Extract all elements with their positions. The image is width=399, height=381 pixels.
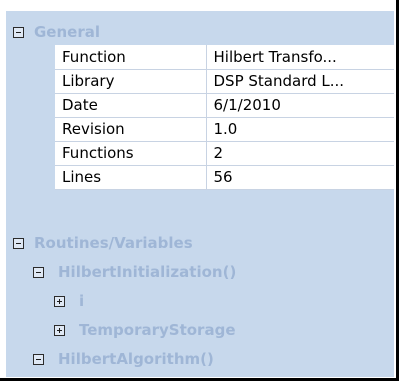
general-properties-table: Function Hilbert Transfo... Library DSP … [55,45,394,190]
property-name: Date [55,93,207,118]
property-row-library[interactable]: Library DSP Standard L... [55,69,394,94]
property-value[interactable]: 1.0 [206,117,394,142]
property-name: Revision [55,117,207,142]
collapse-hilbert-init-icon[interactable] [33,267,44,278]
collapse-hilbert-algo-icon[interactable] [33,354,44,365]
collapse-general-icon[interactable] [13,27,24,38]
group-general-label: General [34,23,100,41]
property-value[interactable]: 6/1/2010 [206,93,394,118]
expand-i-icon[interactable] [54,296,65,307]
tree-node-temporary-storage-label[interactable]: TemporaryStorage [79,321,236,339]
property-row-functions[interactable]: Functions 2 [55,141,394,166]
property-row-function[interactable]: Function Hilbert Transfo... [55,45,394,70]
group-routines-label: Routines/Variables [34,234,193,252]
tree-node-hilbert-algo-label[interactable]: HilbertAlgorithm() [58,350,214,368]
property-grid-frame: General Function Hilbert Transfo... Libr… [0,0,399,381]
property-row-lines[interactable]: Lines 56 [55,165,394,190]
property-name: Functions [55,141,207,166]
property-row-revision[interactable]: Revision 1.0 [55,117,394,142]
tree-node-hilbert-init-label[interactable]: HilbertInitialization() [58,263,236,281]
property-name: Function [55,45,207,70]
property-value[interactable]: Hilbert Transfo... [206,45,394,70]
tree-node-i-label[interactable]: i [79,292,84,310]
collapse-routines-icon[interactable] [13,238,24,249]
property-grid: General Function Hilbert Transfo... Libr… [6,11,394,377]
property-value[interactable]: DSP Standard L... [206,69,394,94]
property-value[interactable]: 56 [206,165,394,190]
property-name: Lines [55,165,207,190]
property-name: Library [55,69,207,94]
property-row-date[interactable]: Date 6/1/2010 [55,93,394,118]
property-value[interactable]: 2 [206,141,394,166]
expand-temporary-storage-icon[interactable] [54,325,65,336]
